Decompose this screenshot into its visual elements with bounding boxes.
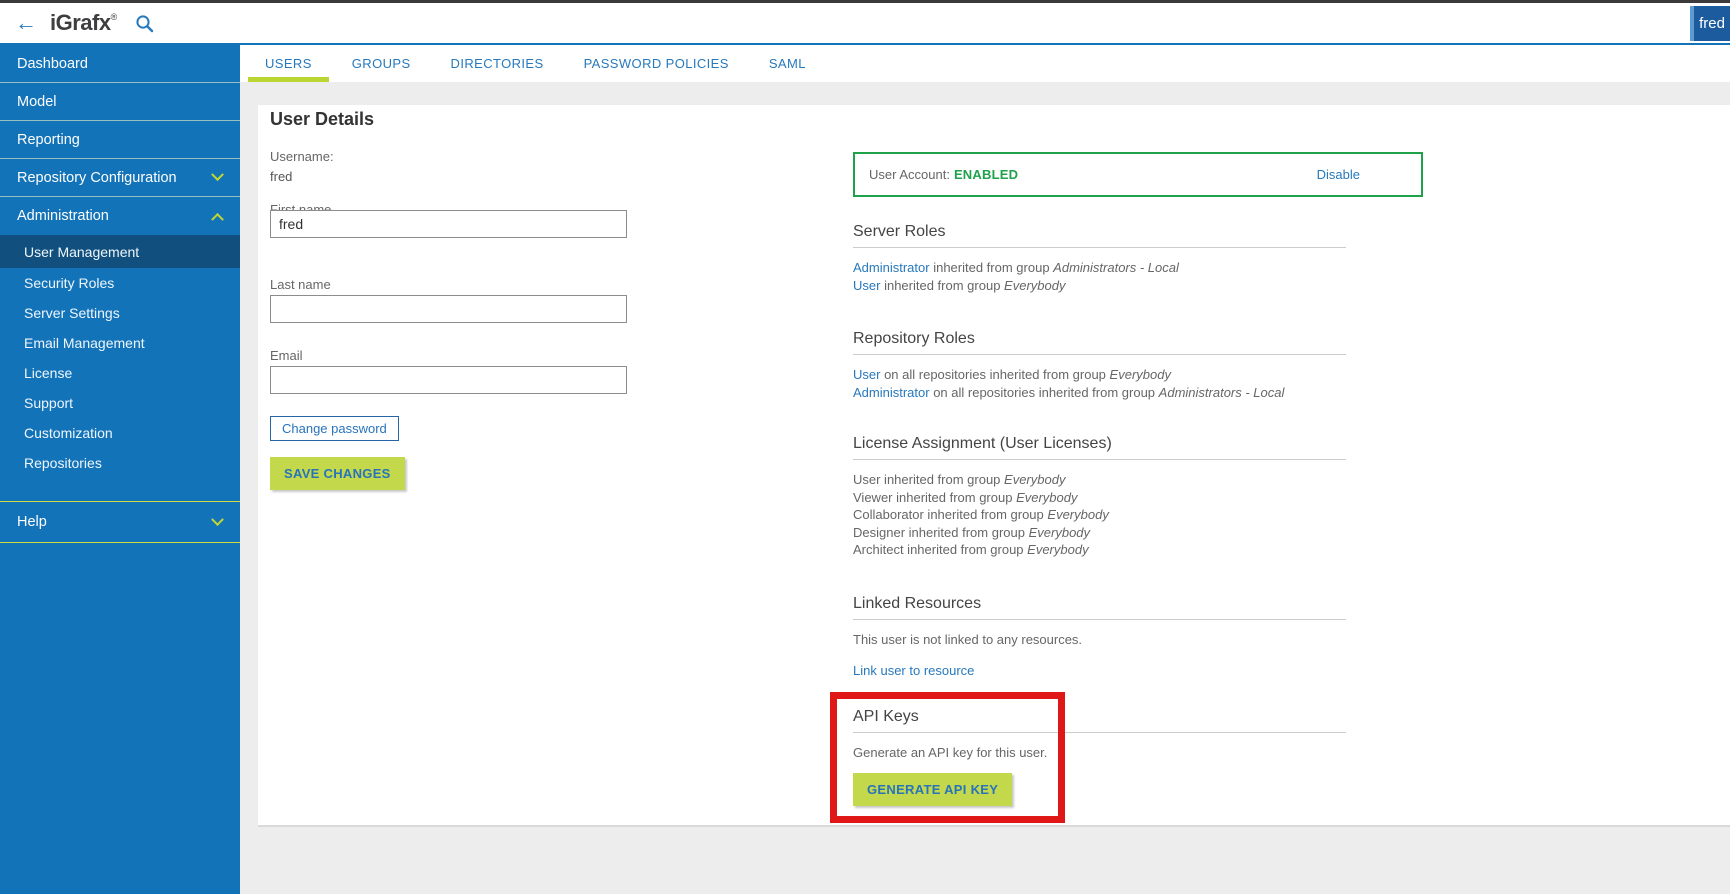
repository-roles-title: Repository Roles [853,330,1346,355]
role-link[interactable]: Administrator [853,385,930,400]
linked-resources-empty-text: This user is not linked to any resources… [853,631,1423,649]
repository-role-item: User on all repositories inherited from … [853,366,1423,384]
role-link[interactable]: User [853,367,880,382]
sidebar-subitem-user-management[interactable]: User Management [0,235,240,268]
sidebar-subitem-email-management[interactable]: Email Management [0,328,240,358]
license-item: Viewer inherited from group Everybody [853,489,1423,507]
tab-saml[interactable]: SAML [752,45,823,82]
sidebar-subitem-server-settings[interactable]: Server Settings [0,298,240,328]
server-roles-title: Server Roles [853,223,1346,248]
license-assignment-title: License Assignment (User Licenses) [853,435,1346,460]
content-background: User Details Username: fred First name L… [240,82,1730,894]
save-changes-button[interactable]: SAVE CHANGES [270,457,405,490]
tab-users[interactable]: USERS [248,45,329,82]
generate-api-key-button[interactable]: GENERATE API KEY [853,773,1012,806]
api-keys-description: Generate an API key for this user. [853,745,1423,760]
current-user-badge[interactable]: fred [1690,6,1730,41]
sidebar-subitem-customization[interactable]: Customization [0,418,240,448]
sidebar-item-repository-configuration[interactable]: Repository Configuration [0,159,240,197]
chevron-down-icon [211,168,224,181]
license-item: Designer inherited from group Everybody [853,524,1423,542]
license-item: Architect inherited from group Everybody [853,541,1423,559]
tab-groups[interactable]: GROUPS [335,45,428,82]
account-status-badge: ENABLED [954,167,1018,182]
email-label: Email [270,348,303,363]
sidebar-item-dashboard[interactable]: Dashboard [0,45,240,83]
user-account-label: User Account: [869,167,950,182]
link-user-to-resource-link[interactable]: Link user to resource [853,663,974,678]
back-arrow-icon[interactable]: ← [15,12,37,34]
sidebar-item-model[interactable]: Model [0,83,240,121]
first-name-field[interactable] [270,210,627,238]
sidebar-item-administration[interactable]: Administration [0,197,240,235]
sidebar-nav: Dashboard Model Reporting Repository Con… [0,45,240,894]
server-role-item: User inherited from group Everybody [853,277,1423,295]
last-name-label: Last name [270,277,331,292]
page-title: User Details [270,109,374,130]
role-link[interactable]: Administrator [853,260,930,275]
license-assignment-section: License Assignment (User Licenses) User … [853,435,1423,559]
repository-roles-section: Repository Roles User on all repositorie… [853,330,1423,401]
sidebar-subitem-support[interactable]: Support [0,388,240,418]
user-account-status-box: User Account: ENABLED Disable [853,152,1423,197]
sidebar-subitem-repositories[interactable]: Repositories [0,448,240,478]
tab-directories[interactable]: DIRECTORIES [434,45,561,82]
server-role-item: Administrator inherited from group Admin… [853,259,1423,277]
change-password-button[interactable]: Change password [270,416,399,441]
admin-tab-bar: USERS GROUPS DIRECTORIES PASSWORD POLICI… [240,45,1730,82]
top-bar: ← iGrafx® fred [0,0,1730,45]
api-keys-section: API Keys Generate an API key for this us… [853,708,1423,806]
license-item: User inherited from group Everybody [853,471,1423,489]
last-name-field[interactable] [270,295,627,323]
tab-password-policies[interactable]: PASSWORD POLICIES [567,45,746,82]
role-link[interactable]: User [853,278,880,293]
igrafx-logo: iGrafx® [50,10,117,36]
search-icon[interactable] [135,14,154,33]
chevron-down-icon [211,513,224,526]
sidebar-subitem-license[interactable]: License [0,358,240,388]
user-roles-column: User Account: ENABLED Disable Server Rol… [853,105,1428,825]
username-label: Username: [270,149,334,164]
api-keys-title: API Keys [853,708,1346,733]
repository-role-item: Administrator on all repositories inheri… [853,384,1423,402]
email-field[interactable] [270,366,627,394]
disable-account-link[interactable]: Disable [1317,167,1360,182]
username-value: fred [270,169,292,184]
license-item: Collaborator inherited from group Everyb… [853,506,1423,524]
linked-resources-section: Linked Resources This user is not linked… [853,595,1423,680]
server-roles-section: Server Roles Administrator inherited fro… [853,223,1423,294]
linked-resources-title: Linked Resources [853,595,1346,620]
user-details-form: User Details Username: fred First name L… [270,105,650,825]
sidebar-help-section: Help [0,501,240,543]
sidebar-subitem-security-roles[interactable]: Security Roles [0,268,240,298]
sidebar-item-help[interactable]: Help [0,502,240,542]
registered-mark: ® [111,12,117,22]
sidebar-item-reporting[interactable]: Reporting [0,121,240,159]
chevron-up-icon [211,212,224,225]
user-details-panel: User Details Username: fred First name L… [258,105,1730,827]
